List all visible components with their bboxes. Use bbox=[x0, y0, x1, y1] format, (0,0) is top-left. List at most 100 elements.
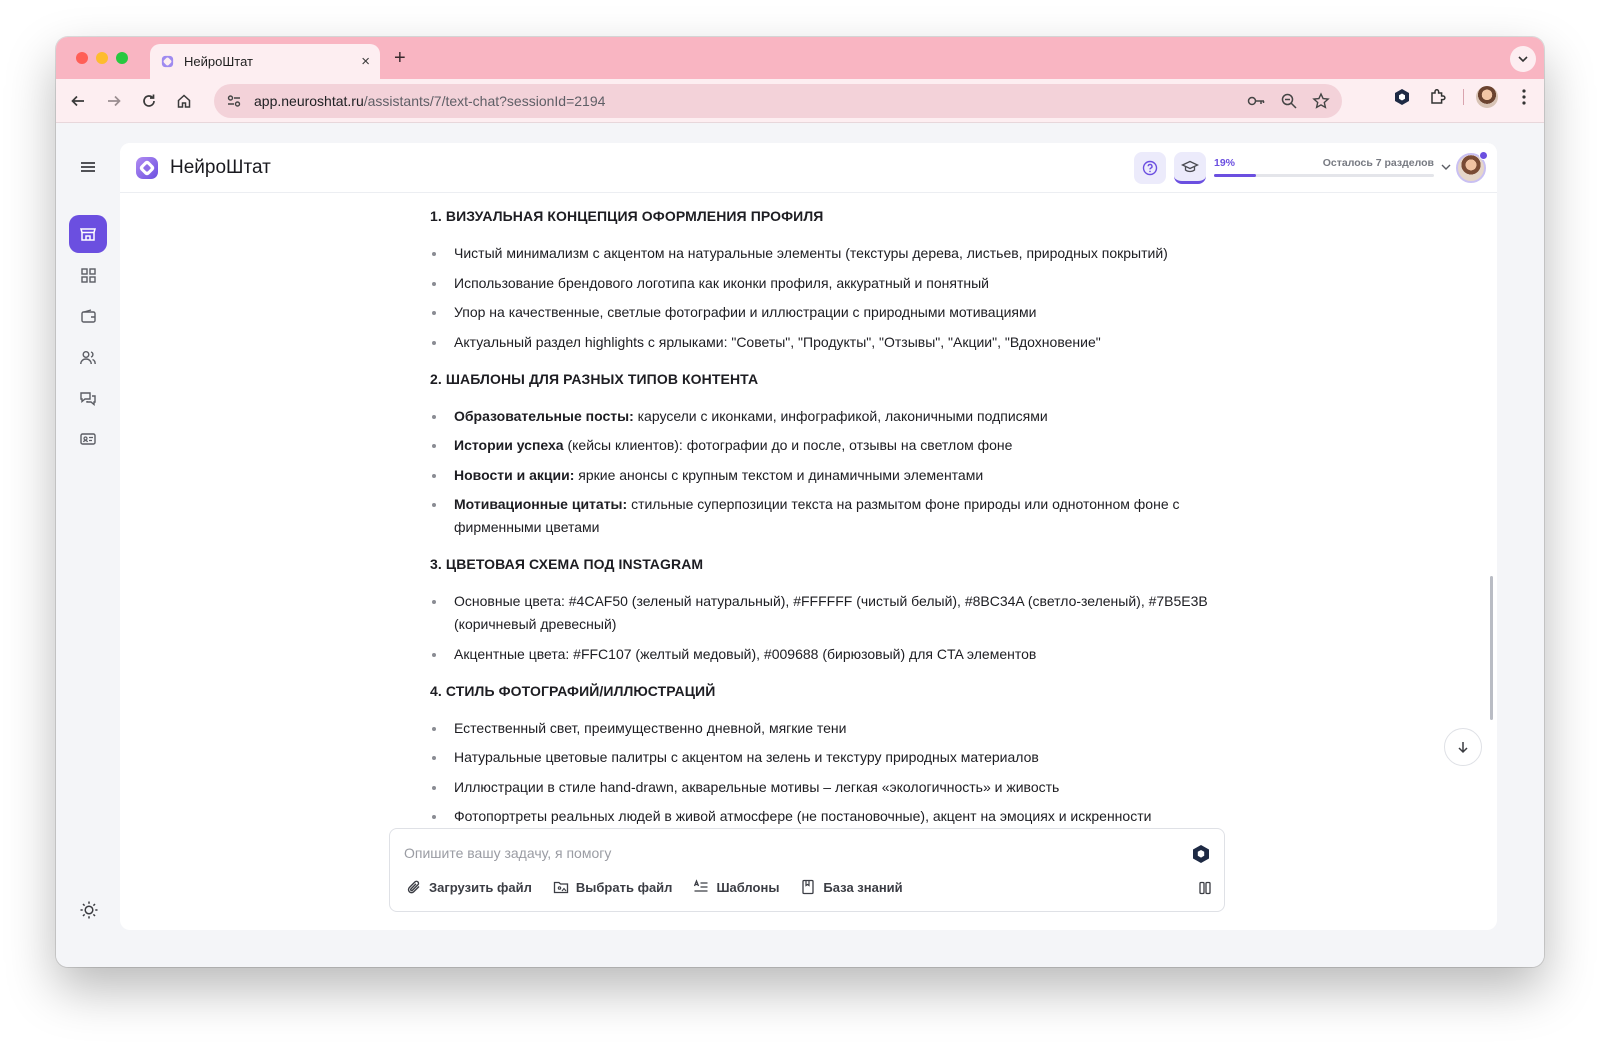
notification-dot bbox=[1479, 151, 1488, 160]
upload-file-label: Загрузить файл bbox=[429, 879, 532, 895]
zoom-icon[interactable] bbox=[1280, 92, 1298, 110]
reload-icon bbox=[143, 94, 155, 107]
list-item-lead: Новости и акции: bbox=[454, 466, 575, 483]
scrollbar[interactable] bbox=[1490, 576, 1493, 720]
bullet-list: Естественный свет, преимущественно дневн… bbox=[430, 717, 1220, 827]
browser-window: НейроШтат × + app.neuroshtat.ru/assistan… bbox=[56, 37, 1544, 967]
minimize-window-button[interactable] bbox=[96, 52, 108, 64]
progress-track bbox=[1214, 174, 1434, 177]
sidebar-item-chats[interactable] bbox=[69, 379, 107, 417]
home-button[interactable] bbox=[172, 89, 196, 113]
browser-tab[interactable]: НейроШтат × bbox=[150, 44, 380, 79]
store-icon bbox=[80, 228, 96, 241]
sidebar-item-assistants[interactable] bbox=[69, 215, 107, 253]
section-heading: 1. ВИЗУАЛЬНАЯ КОНЦЕПЦИЯ ОФОРМЛЕНИЯ ПРОФИ… bbox=[430, 208, 824, 224]
brand-name: НейроШтат bbox=[170, 157, 271, 178]
app: НейроШтат 19% Осталось 7 разделов 1. ВИЗ… bbox=[56, 123, 1544, 967]
url-text: app.neuroshtat.ru/assistants/7/text-chat… bbox=[254, 93, 606, 109]
app-header: НейроШтат 19% Осталось 7 разделов bbox=[120, 143, 1497, 193]
list-item-lead: Истории успеха bbox=[454, 437, 564, 453]
sidebar-item-profile-card[interactable] bbox=[69, 420, 107, 458]
message-composer: Загрузить файл Выбрать файл Шаблоны База… bbox=[389, 828, 1225, 912]
arrow-down-icon bbox=[1458, 742, 1468, 754]
id-card-icon bbox=[80, 433, 96, 445]
home-icon bbox=[177, 94, 191, 108]
choose-file-button[interactable]: Выбрать файл bbox=[553, 879, 673, 895]
folder-image-icon bbox=[553, 881, 569, 894]
bullet-list: Образовательные посты: карусели с иконка… bbox=[430, 405, 1220, 540]
bullet-list: Основные цвета: #4CAF50 (зеленый натурал… bbox=[430, 590, 1220, 666]
list-item: Истории успеха (кейсы клиентов): фотогра… bbox=[430, 434, 1220, 457]
templates-button[interactable]: Шаблоны bbox=[693, 879, 779, 895]
list-item: Чистый минимализм с акцентом на натураль… bbox=[430, 242, 1220, 265]
profile-avatar[interactable] bbox=[1476, 86, 1498, 108]
site-settings-icon[interactable] bbox=[226, 93, 242, 109]
address-bar[interactable]: app.neuroshtat.ru/assistants/7/text-chat… bbox=[214, 84, 1342, 118]
hamburger-menu-icon[interactable] bbox=[76, 155, 100, 179]
tab-close-icon[interactable]: × bbox=[361, 53, 370, 70]
sun-icon[interactable] bbox=[78, 899, 100, 921]
chevron-down-icon[interactable] bbox=[1440, 161, 1452, 173]
chevron-down-icon bbox=[1518, 56, 1528, 63]
progress-remaining: Осталось 7 разделов bbox=[1322, 157, 1434, 169]
scroll-to-bottom-button[interactable] bbox=[1444, 728, 1482, 766]
close-window-button[interactable] bbox=[76, 52, 88, 64]
panel-toggle-button[interactable] bbox=[1198, 881, 1212, 900]
list-item: Мотивационные цитаты: стильные суперпози… bbox=[430, 493, 1220, 539]
user-avatar[interactable] bbox=[1456, 151, 1488, 183]
list-item: Актуальный раздел highlights с ярлыками:… bbox=[430, 331, 1220, 354]
templates-icon bbox=[694, 879, 708, 892]
kebab-menu-icon bbox=[1522, 89, 1526, 105]
knowledge-base-button[interactable]: База знаний bbox=[800, 879, 903, 895]
sidebar-item-users[interactable] bbox=[69, 338, 107, 376]
sidebar-item-dashboard[interactable] bbox=[69, 256, 107, 294]
extensions-menu-button[interactable] bbox=[1428, 87, 1448, 112]
help-button[interactable] bbox=[1134, 152, 1166, 184]
forward-button[interactable] bbox=[102, 89, 126, 113]
tab-search-button[interactable] bbox=[1510, 46, 1536, 72]
arrow-right-icon bbox=[108, 95, 121, 107]
neuroshtat-send-icon bbox=[1193, 845, 1209, 863]
list-item: Основные цвета: #4CAF50 (зеленый натурал… bbox=[430, 590, 1220, 636]
list-item: Акцентные цвета: #FFC107 (желтый медовый… bbox=[430, 643, 1220, 666]
list-item: Образовательные посты: карусели с иконка… bbox=[430, 405, 1220, 428]
back-button[interactable] bbox=[66, 89, 90, 113]
knowledge-base-label: База знаний bbox=[823, 879, 903, 895]
learning-button[interactable] bbox=[1174, 152, 1206, 184]
browser-menu-button[interactable] bbox=[1514, 87, 1534, 112]
message-input[interactable] bbox=[404, 841, 1174, 865]
progress-fill bbox=[1214, 174, 1256, 177]
browser-toolbar: app.neuroshtat.ru/assistants/7/text-chat… bbox=[56, 79, 1544, 123]
chat-bubbles-icon bbox=[80, 391, 96, 406]
new-tab-button[interactable]: + bbox=[394, 47, 406, 70]
section-heading: 4. СТИЛЬ ФОТОГРАФИЙ/ИЛЛЮСТРАЦИЙ bbox=[430, 682, 716, 699]
list-item-text: Иллюстрации в стиле hand-drawn, акварель… bbox=[454, 778, 1060, 795]
browser-titlebar: НейроШтат × + bbox=[56, 37, 1544, 79]
list-item: Использование брендового логотипа как ик… bbox=[430, 272, 1220, 295]
reload-button[interactable] bbox=[137, 89, 161, 113]
list-item: Естественный свет, преимущественно дневн… bbox=[430, 717, 1220, 740]
list-item-text: (кейсы клиентов): фотографии до и после,… bbox=[563, 437, 1013, 453]
list-item-text: Упор на качественные, светлые фотографии… bbox=[454, 304, 1037, 320]
list-item-lead: Мотивационные цитаты: bbox=[454, 496, 628, 512]
choose-file-label: Выбрать файл bbox=[575, 879, 673, 895]
bookmark-star-icon[interactable] bbox=[1312, 92, 1330, 110]
composer-actions: Загрузить файл Выбрать файл Шаблоны База… bbox=[406, 879, 903, 895]
chat-messages[interactable]: 1. ВИЗУАЛЬНАЯ КОНЦЕПЦИЯ ОФОРМЛЕНИЯ ПРОФИ… bbox=[120, 194, 1497, 826]
book-icon bbox=[802, 879, 815, 895]
grid-icon bbox=[80, 267, 96, 283]
brand[interactable]: НейроШтат bbox=[134, 155, 271, 181]
send-button[interactable] bbox=[1190, 843, 1212, 870]
list-item-text: Использование брендового логотипа как ик… bbox=[454, 274, 989, 291]
section-heading: 3. ЦВЕТОВАЯ СХЕМА ПОД INSTAGRAM bbox=[430, 556, 704, 572]
templates-label: Шаблоны bbox=[716, 879, 780, 895]
list-item-text: Основные цвета: #4CAF50 (зеленый натурал… bbox=[454, 593, 1208, 632]
neuroshtat-logo-icon bbox=[136, 157, 158, 179]
extension-button[interactable] bbox=[1392, 87, 1412, 112]
upload-file-button[interactable]: Загрузить файл bbox=[406, 879, 532, 895]
key-icon[interactable] bbox=[1246, 92, 1266, 110]
zoom-window-button[interactable] bbox=[116, 52, 128, 64]
main-panel: НейроШтат 19% Осталось 7 разделов 1. ВИЗ… bbox=[120, 143, 1497, 930]
neuroshtat-extension-icon bbox=[1395, 89, 1409, 105]
sidebar-item-wallet[interactable] bbox=[69, 297, 107, 335]
